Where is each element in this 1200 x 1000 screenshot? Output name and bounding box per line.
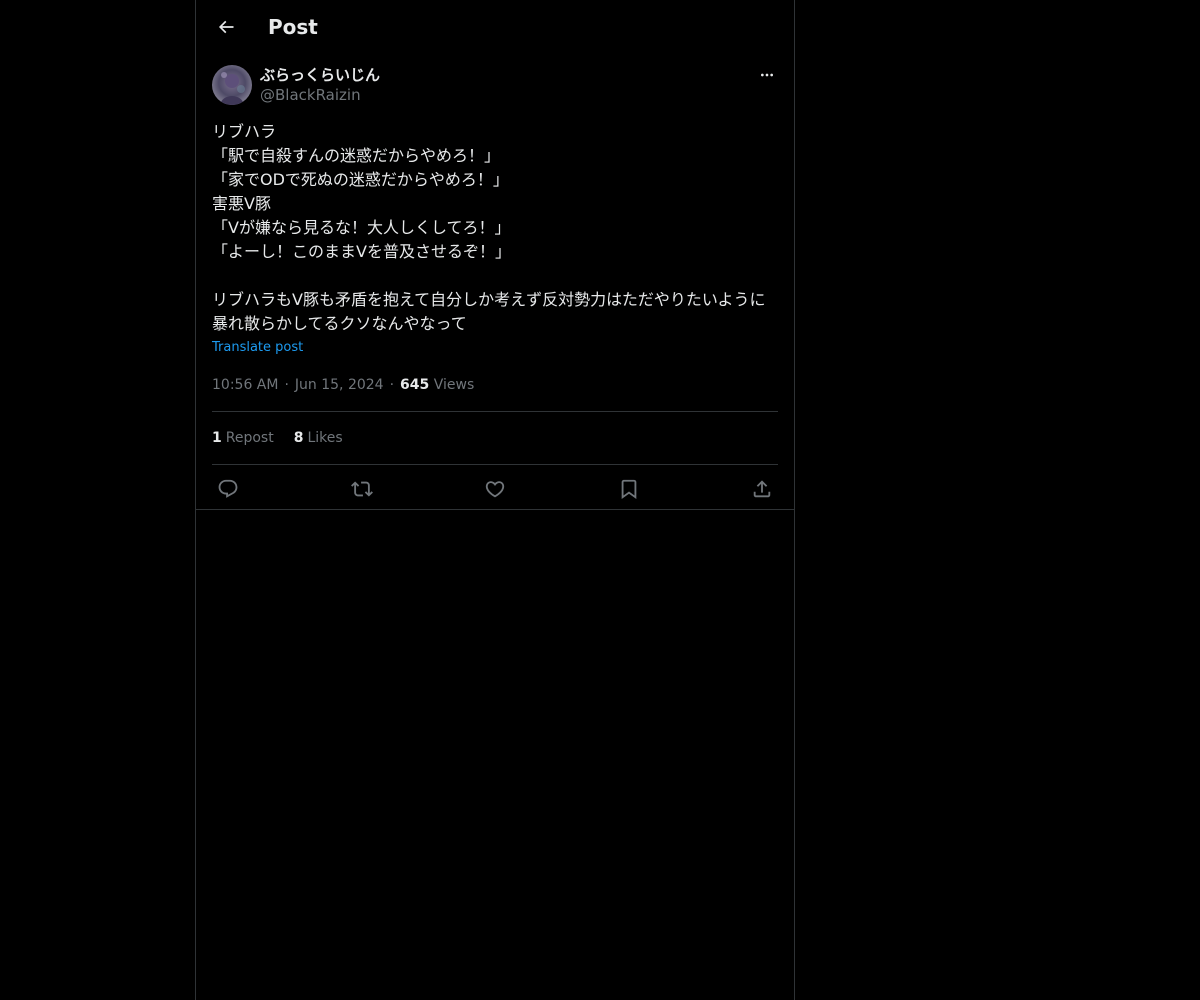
- post: ぶらっくらいじん @BlackRaizin リブハラ 「駅で自殺すんの迷惑だから…: [212, 64, 778, 512]
- likes-count: 8: [293, 430, 304, 446]
- bookmark-icon: [618, 478, 640, 500]
- page-title: Post: [268, 15, 318, 39]
- post-meta: 10:56 AM · Jun 15, 2024 · 645 Views: [212, 375, 778, 395]
- bookmark-button[interactable]: [617, 477, 641, 501]
- more-options-button[interactable]: [756, 64, 778, 86]
- reposts-stat[interactable]: 1 Repost: [212, 430, 274, 446]
- likes-label: Likes: [307, 430, 343, 446]
- views-count: 645: [400, 377, 430, 393]
- repost-icon: [350, 478, 373, 500]
- meta-separator: ·: [284, 377, 289, 393]
- action-bar: [212, 465, 778, 512]
- reposts-count: 1: [212, 430, 222, 446]
- author-handle[interactable]: @BlackRaizin: [260, 85, 361, 105]
- reply-button[interactable]: [216, 477, 240, 501]
- like-button[interactable]: [483, 477, 507, 501]
- post-date[interactable]: Jun 15, 2024: [295, 377, 384, 393]
- likes-stat[interactable]: 8 Likes: [294, 430, 343, 446]
- back-button[interactable]: [208, 9, 244, 45]
- post-bottom-border: [196, 509, 794, 510]
- share-button[interactable]: [750, 477, 774, 501]
- more-dots-icon: [759, 67, 775, 83]
- reposts-label: Repost: [225, 430, 274, 446]
- avatar[interactable]: [212, 65, 252, 105]
- heart-icon: [484, 478, 506, 500]
- engagement-stats: 1 Repost 8 Likes: [212, 412, 778, 464]
- author-row: ぶらっくらいじん @BlackRaizin: [212, 64, 778, 106]
- repost-button[interactable]: [350, 477, 374, 501]
- post-text: リブハラ 「駅で自殺すんの迷惑だからやめろ！」 「家でODで死ぬの迷惑だからやめ…: [212, 122, 766, 333]
- arrow-left-icon: [216, 17, 236, 37]
- reply-icon: [217, 478, 239, 500]
- author-display-name[interactable]: ぶらっくらいじん: [260, 65, 380, 85]
- post-detail-column: Post ぶらっくらいじん @BlackRaizin リブハラ 「駅で自殺すんの…: [195, 0, 795, 1000]
- views-label: Views: [433, 377, 475, 393]
- meta-separator: ·: [389, 377, 395, 393]
- post-time[interactable]: 10:56 AM: [212, 377, 278, 393]
- share-icon: [751, 478, 773, 500]
- translate-post-link[interactable]: Translate post: [212, 340, 303, 356]
- top-bar: Post: [196, 0, 794, 54]
